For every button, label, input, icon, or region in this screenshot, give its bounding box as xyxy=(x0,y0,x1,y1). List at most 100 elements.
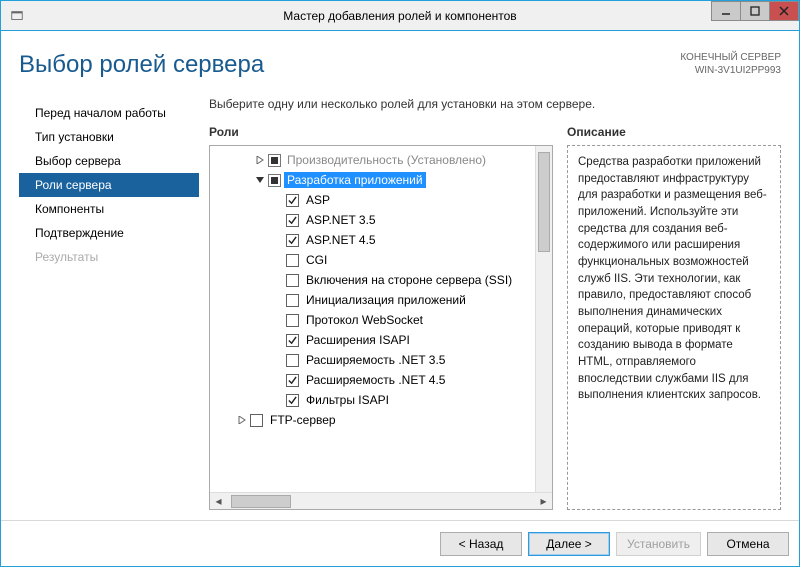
tree-spacer xyxy=(272,334,284,346)
tree-label[interactable]: ASP.NET 4.5 xyxy=(303,232,379,248)
description-text: Средства разработки приложений предостав… xyxy=(567,145,781,510)
tree-row[interactable]: Расширяемость .NET 4.5 xyxy=(210,370,552,390)
scroll-thumb[interactable] xyxy=(538,152,550,252)
nav-step-3[interactable]: Роли сервера xyxy=(19,173,199,197)
roles-tree[interactable]: Производительность (Установлено) Разработ… xyxy=(209,145,553,510)
instruction-text: Выберите одну или несколько ролей для ус… xyxy=(209,97,781,111)
description-header: Описание xyxy=(567,125,781,139)
install-button: Установить xyxy=(616,532,701,556)
page-header: Выбор ролей сервера КОНЕЧНЫЙ СЕРВЕР WIN-… xyxy=(19,51,781,79)
wizard-footer: < Назад Далее > Установить Отмена xyxy=(1,520,799,566)
checkbox[interactable] xyxy=(286,234,299,247)
wizard-nav: Перед началом работыТип установкиВыбор с… xyxy=(19,97,199,510)
tree-label[interactable]: ASP.NET 3.5 xyxy=(303,212,379,228)
tree-spacer xyxy=(272,194,284,206)
tree-spacer xyxy=(272,394,284,406)
tree-row[interactable]: Фильтры ISAPI xyxy=(210,390,552,410)
roles-header: Роли xyxy=(209,125,553,139)
content-area: Выбор ролей сервера КОНЕЧНЫЙ СЕРВЕР WIN-… xyxy=(1,31,799,566)
server-label: КОНЕЧНЫЙ СЕРВЕР xyxy=(680,51,781,64)
main-body: Выберите одну или несколько ролей для ус… xyxy=(199,97,781,510)
tree-spacer xyxy=(272,254,284,266)
tree-spacer xyxy=(272,234,284,246)
checkbox[interactable] xyxy=(286,314,299,327)
tree-row[interactable]: Протокол WebSocket xyxy=(210,310,552,330)
checkbox-indeterminate[interactable] xyxy=(268,174,281,187)
horizontal-scrollbar[interactable]: ◂ ▸ xyxy=(210,492,552,509)
scroll-right-button[interactable]: ▸ xyxy=(535,493,552,510)
tree-row[interactable]: CGI xyxy=(210,250,552,270)
back-button[interactable]: < Назад xyxy=(440,532,522,556)
checkbox[interactable] xyxy=(250,414,263,427)
roles-column: Роли Производительность (Установлено) Раз… xyxy=(209,125,553,510)
tree-label[interactable]: FTP-сервер xyxy=(267,412,339,428)
checkbox[interactable] xyxy=(286,214,299,227)
close-button[interactable] xyxy=(769,1,799,21)
tree-label[interactable]: Инициализация приложений xyxy=(303,292,469,308)
cancel-button[interactable]: Отмена xyxy=(707,532,789,556)
description-column: Описание Средства разработки приложений … xyxy=(567,125,781,510)
minimize-button[interactable] xyxy=(711,1,741,21)
scroll-left-button[interactable]: ◂ xyxy=(210,493,227,510)
nav-step-0[interactable]: Перед началом работы xyxy=(19,101,199,125)
tree-label[interactable]: Протокол WebSocket xyxy=(303,312,426,328)
tree-row[interactable]: Включения на стороне сервера (SSI) xyxy=(210,270,552,290)
window-title: Мастер добавления ролей и компонентов xyxy=(1,9,799,23)
tree-label[interactable]: Включения на стороне сервера (SSI) xyxy=(303,272,515,288)
wizard-window: Мастер добавления ролей и компонентов Вы… xyxy=(0,0,800,567)
columns: Роли Производительность (Установлено) Раз… xyxy=(209,125,781,510)
next-button[interactable]: Далее > xyxy=(528,532,610,556)
tree-label[interactable]: Расширения ISAPI xyxy=(303,332,413,348)
tree-spacer xyxy=(272,314,284,326)
tree-spacer xyxy=(272,214,284,226)
hscroll-thumb[interactable] xyxy=(231,495,291,508)
checkbox[interactable] xyxy=(286,274,299,287)
window-controls xyxy=(712,1,799,21)
tree-row[interactable]: ASP.NET 4.5 xyxy=(210,230,552,250)
tree-spacer xyxy=(272,294,284,306)
chevron-down-icon[interactable] xyxy=(254,174,266,186)
app-icon xyxy=(7,6,27,26)
checkbox-indeterminate[interactable] xyxy=(268,154,281,167)
tree-label[interactable]: Расширяемость .NET 4.5 xyxy=(303,372,448,388)
checkbox[interactable] xyxy=(286,334,299,347)
chevron-right-icon[interactable] xyxy=(254,154,266,166)
nav-step-1[interactable]: Тип установки xyxy=(19,125,199,149)
tree-row[interactable]: Производительность (Установлено) xyxy=(210,150,552,170)
checkbox[interactable] xyxy=(286,394,299,407)
nav-step-5[interactable]: Подтверждение xyxy=(19,221,199,245)
vertical-scrollbar[interactable] xyxy=(535,146,552,492)
checkbox[interactable] xyxy=(286,294,299,307)
nav-step-6: Результаты xyxy=(19,245,199,269)
nav-step-2[interactable]: Выбор сервера xyxy=(19,149,199,173)
tree-label[interactable]: Производительность (Установлено) xyxy=(284,152,489,168)
tree-label[interactable]: Разработка приложений xyxy=(284,172,426,188)
destination-server-info: КОНЕЧНЫЙ СЕРВЕР WIN-3V1UI2PP993 xyxy=(680,51,781,77)
tree-row[interactable]: ASP.NET 3.5 xyxy=(210,210,552,230)
tree-label[interactable]: CGI xyxy=(303,252,330,268)
main-area: Перед началом работыТип установкиВыбор с… xyxy=(19,97,781,510)
chevron-right-icon[interactable] xyxy=(236,414,248,426)
tree-spacer xyxy=(272,374,284,386)
tree-label[interactable]: Фильтры ISAPI xyxy=(303,392,392,408)
tree-row[interactable]: FTP-сервер xyxy=(210,410,552,430)
checkbox[interactable] xyxy=(286,254,299,267)
tree-spacer xyxy=(272,274,284,286)
maximize-button[interactable] xyxy=(740,1,770,21)
checkbox[interactable] xyxy=(286,354,299,367)
tree-spacer xyxy=(272,354,284,366)
tree-label[interactable]: Расширяемость .NET 3.5 xyxy=(303,352,448,368)
tree-row[interactable]: Инициализация приложений xyxy=(210,290,552,310)
tree-viewport[interactable]: Производительность (Установлено) Разработ… xyxy=(210,146,552,492)
titlebar[interactable]: Мастер добавления ролей и компонентов xyxy=(1,1,799,31)
tree-label[interactable]: ASP xyxy=(303,192,333,208)
nav-step-4[interactable]: Компоненты xyxy=(19,197,199,221)
tree-row[interactable]: Расширения ISAPI xyxy=(210,330,552,350)
tree-row[interactable]: Разработка приложений xyxy=(210,170,552,190)
checkbox[interactable] xyxy=(286,194,299,207)
tree-row[interactable]: Расширяемость .NET 3.5 xyxy=(210,350,552,370)
tree-row[interactable]: ASP xyxy=(210,190,552,210)
server-name: WIN-3V1UI2PP993 xyxy=(680,64,781,77)
checkbox[interactable] xyxy=(286,374,299,387)
page-title: Выбор ролей сервера xyxy=(19,51,781,79)
